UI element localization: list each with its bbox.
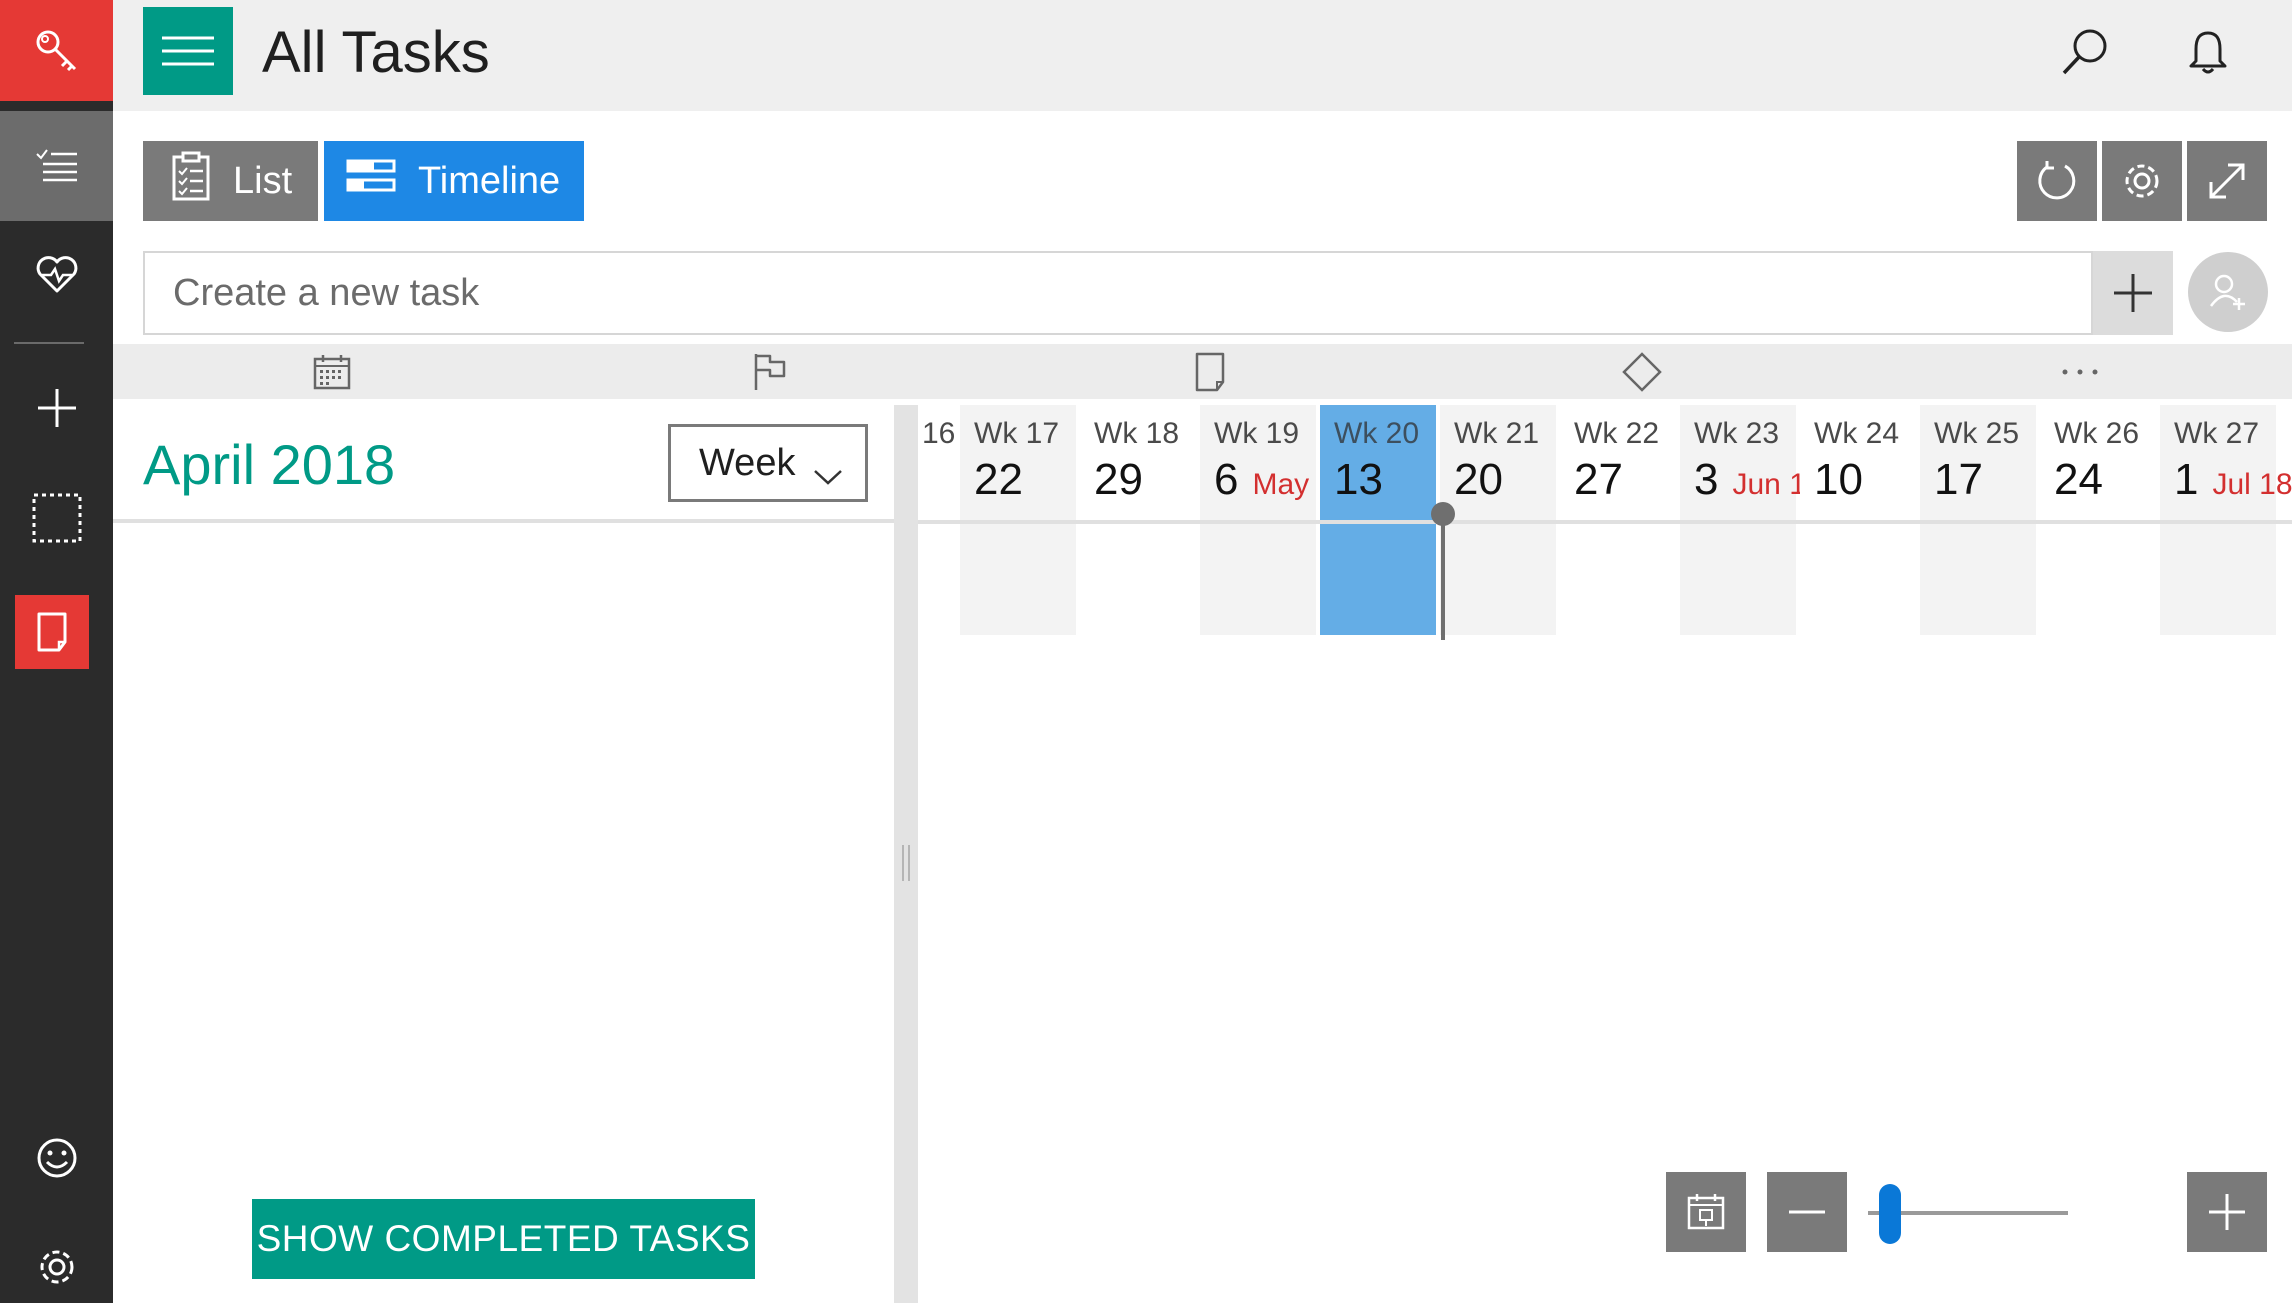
week-day-number: 24 [2054, 455, 2103, 504]
timeline-header-divider [918, 520, 2292, 524]
timeline-icon [346, 158, 396, 204]
new-task-input[interactable] [145, 253, 2092, 333]
week-start-day: 22 [974, 455, 1023, 505]
clipboard-list-icon [171, 151, 211, 211]
week-label: Wk 20 [1334, 417, 1420, 450]
note-icon[interactable] [15, 595, 89, 669]
week-header: Wk 27 1 Jul 18 [2160, 405, 2292, 520]
week-header: Wk 26 24 [2040, 405, 2156, 520]
today-marker-line [1441, 513, 1445, 640]
week-day-number: 27 [1574, 455, 1623, 504]
gear-icon[interactable] [2102, 141, 2182, 221]
week-start-day: 10 [1814, 455, 1863, 505]
refresh-icon[interactable] [2017, 141, 2097, 221]
week-header: Wk 21 20 [1440, 405, 1556, 520]
chevron-down-icon [813, 453, 843, 496]
more-icon[interactable] [2055, 350, 2105, 394]
calendar-today-icon[interactable] [1666, 1172, 1746, 1252]
rail-divider [14, 342, 84, 344]
week-day-number: 13 [1334, 455, 1383, 504]
week-label: Wk 23 [1694, 417, 1780, 450]
week-label: Wk 22 [1574, 417, 1660, 450]
calendar-icon[interactable] [312, 350, 352, 394]
side-rail [0, 0, 113, 1303]
task-list-icon[interactable] [0, 111, 113, 221]
key-icon[interactable] [0, 0, 113, 101]
expand-icon[interactable] [2187, 141, 2267, 221]
week-header: Wk 22 27 [1560, 405, 1676, 520]
new-task-field [143, 251, 2093, 335]
week-month-marker: Jul 18 [2212, 468, 2292, 501]
hamburger-icon[interactable] [143, 7, 233, 95]
timeline-grid: 16 Wk 17 22 Wk 18 29 Wk 19 6 May Wk 20 13 Wk 21 20… [918, 405, 2292, 1303]
tab-timeline[interactable]: Timeline [324, 141, 584, 221]
week-day-number: 6 [1214, 455, 1239, 504]
tab-list-label: List [233, 159, 293, 202]
week-header: Wk 23 3 Jun 1 [1680, 405, 1806, 520]
week-header: Wk 18 29 [1080, 405, 1196, 520]
week-label: Wk 25 [1934, 417, 2020, 450]
diamond-icon[interactable] [1622, 350, 1662, 394]
week-month-marker: Jun 1 [1732, 468, 1806, 501]
gear-icon[interactable] [0, 1230, 113, 1303]
week-start-day: 17 [1934, 455, 1983, 505]
week-day-number: 20 [1454, 455, 1503, 504]
week-header: Wk 20 13 [1320, 405, 1436, 520]
today-marker-handle[interactable] [1431, 502, 1455, 526]
heart-pulse-icon[interactable] [0, 235, 113, 315]
week-label: Wk 19 [1214, 417, 1300, 450]
week-start-day: 3 Jun 1 [1694, 455, 1806, 505]
page-title: All Tasks [262, 20, 490, 85]
week-day-number: 3 [1694, 455, 1719, 504]
plus-icon[interactable] [2093, 251, 2173, 335]
week-start-day: 20 [1454, 455, 1503, 505]
note-icon[interactable] [1190, 350, 1230, 394]
tab-list[interactable]: List [143, 141, 318, 221]
dotted-selection-icon[interactable] [0, 478, 113, 558]
week-day-number: 17 [1934, 455, 1983, 504]
week-day-number: 1 [2174, 455, 2199, 504]
week-label: Wk 27 [2174, 417, 2260, 450]
week-label: Wk 24 [1814, 417, 1900, 450]
timeline-scale-select[interactable]: Week [668, 424, 868, 502]
add-person-icon[interactable] [2188, 252, 2268, 332]
week-label: Wk 18 [1094, 417, 1180, 450]
zoom-slider-thumb[interactable] [1879, 1184, 1901, 1244]
plus-icon[interactable] [2187, 1172, 2267, 1252]
week-start-day: 1 Jul 18 [2174, 455, 2292, 505]
week-start-day: 13 [1334, 455, 1383, 505]
splitter-grip-icon[interactable] [902, 845, 910, 881]
week-start-day: 27 [1574, 455, 1623, 505]
week-label: Wk 17 [974, 417, 1060, 450]
search-icon[interactable] [2055, 22, 2115, 82]
flag-icon[interactable] [750, 350, 790, 394]
week-label: Wk 26 [2054, 417, 2140, 450]
show-completed-tasks-button[interactable]: SHOW COMPLETED TASKS [252, 1199, 755, 1279]
month-label: April 2018 [143, 433, 396, 496]
week-header: Wk 24 10 [1800, 405, 1916, 520]
bell-icon[interactable] [2178, 22, 2238, 82]
week-label: 16 [922, 417, 956, 450]
week-start-day: 24 [2054, 455, 2103, 505]
tab-timeline-label: Timeline [418, 159, 561, 202]
week-day-number: 22 [974, 455, 1023, 504]
week-label: Wk 21 [1454, 417, 1540, 450]
week-day-number: 10 [1814, 455, 1863, 504]
add-icon[interactable] [0, 368, 113, 448]
week-header: Wk 19 6 May [1200, 405, 1316, 520]
week-day-number: 29 [1094, 455, 1143, 504]
week-header: Wk 25 17 [1920, 405, 2036, 520]
timeline-scale-value: Week [699, 441, 796, 484]
smiley-icon[interactable] [0, 1118, 113, 1198]
minus-icon[interactable] [1767, 1172, 1847, 1252]
left-header-divider [113, 519, 894, 523]
week-header: Wk 17 22 [960, 405, 1076, 520]
week-start-day: 29 [1094, 455, 1143, 505]
week-month-marker: May [1252, 468, 1310, 501]
week-start-day: 6 May [1214, 455, 1309, 505]
